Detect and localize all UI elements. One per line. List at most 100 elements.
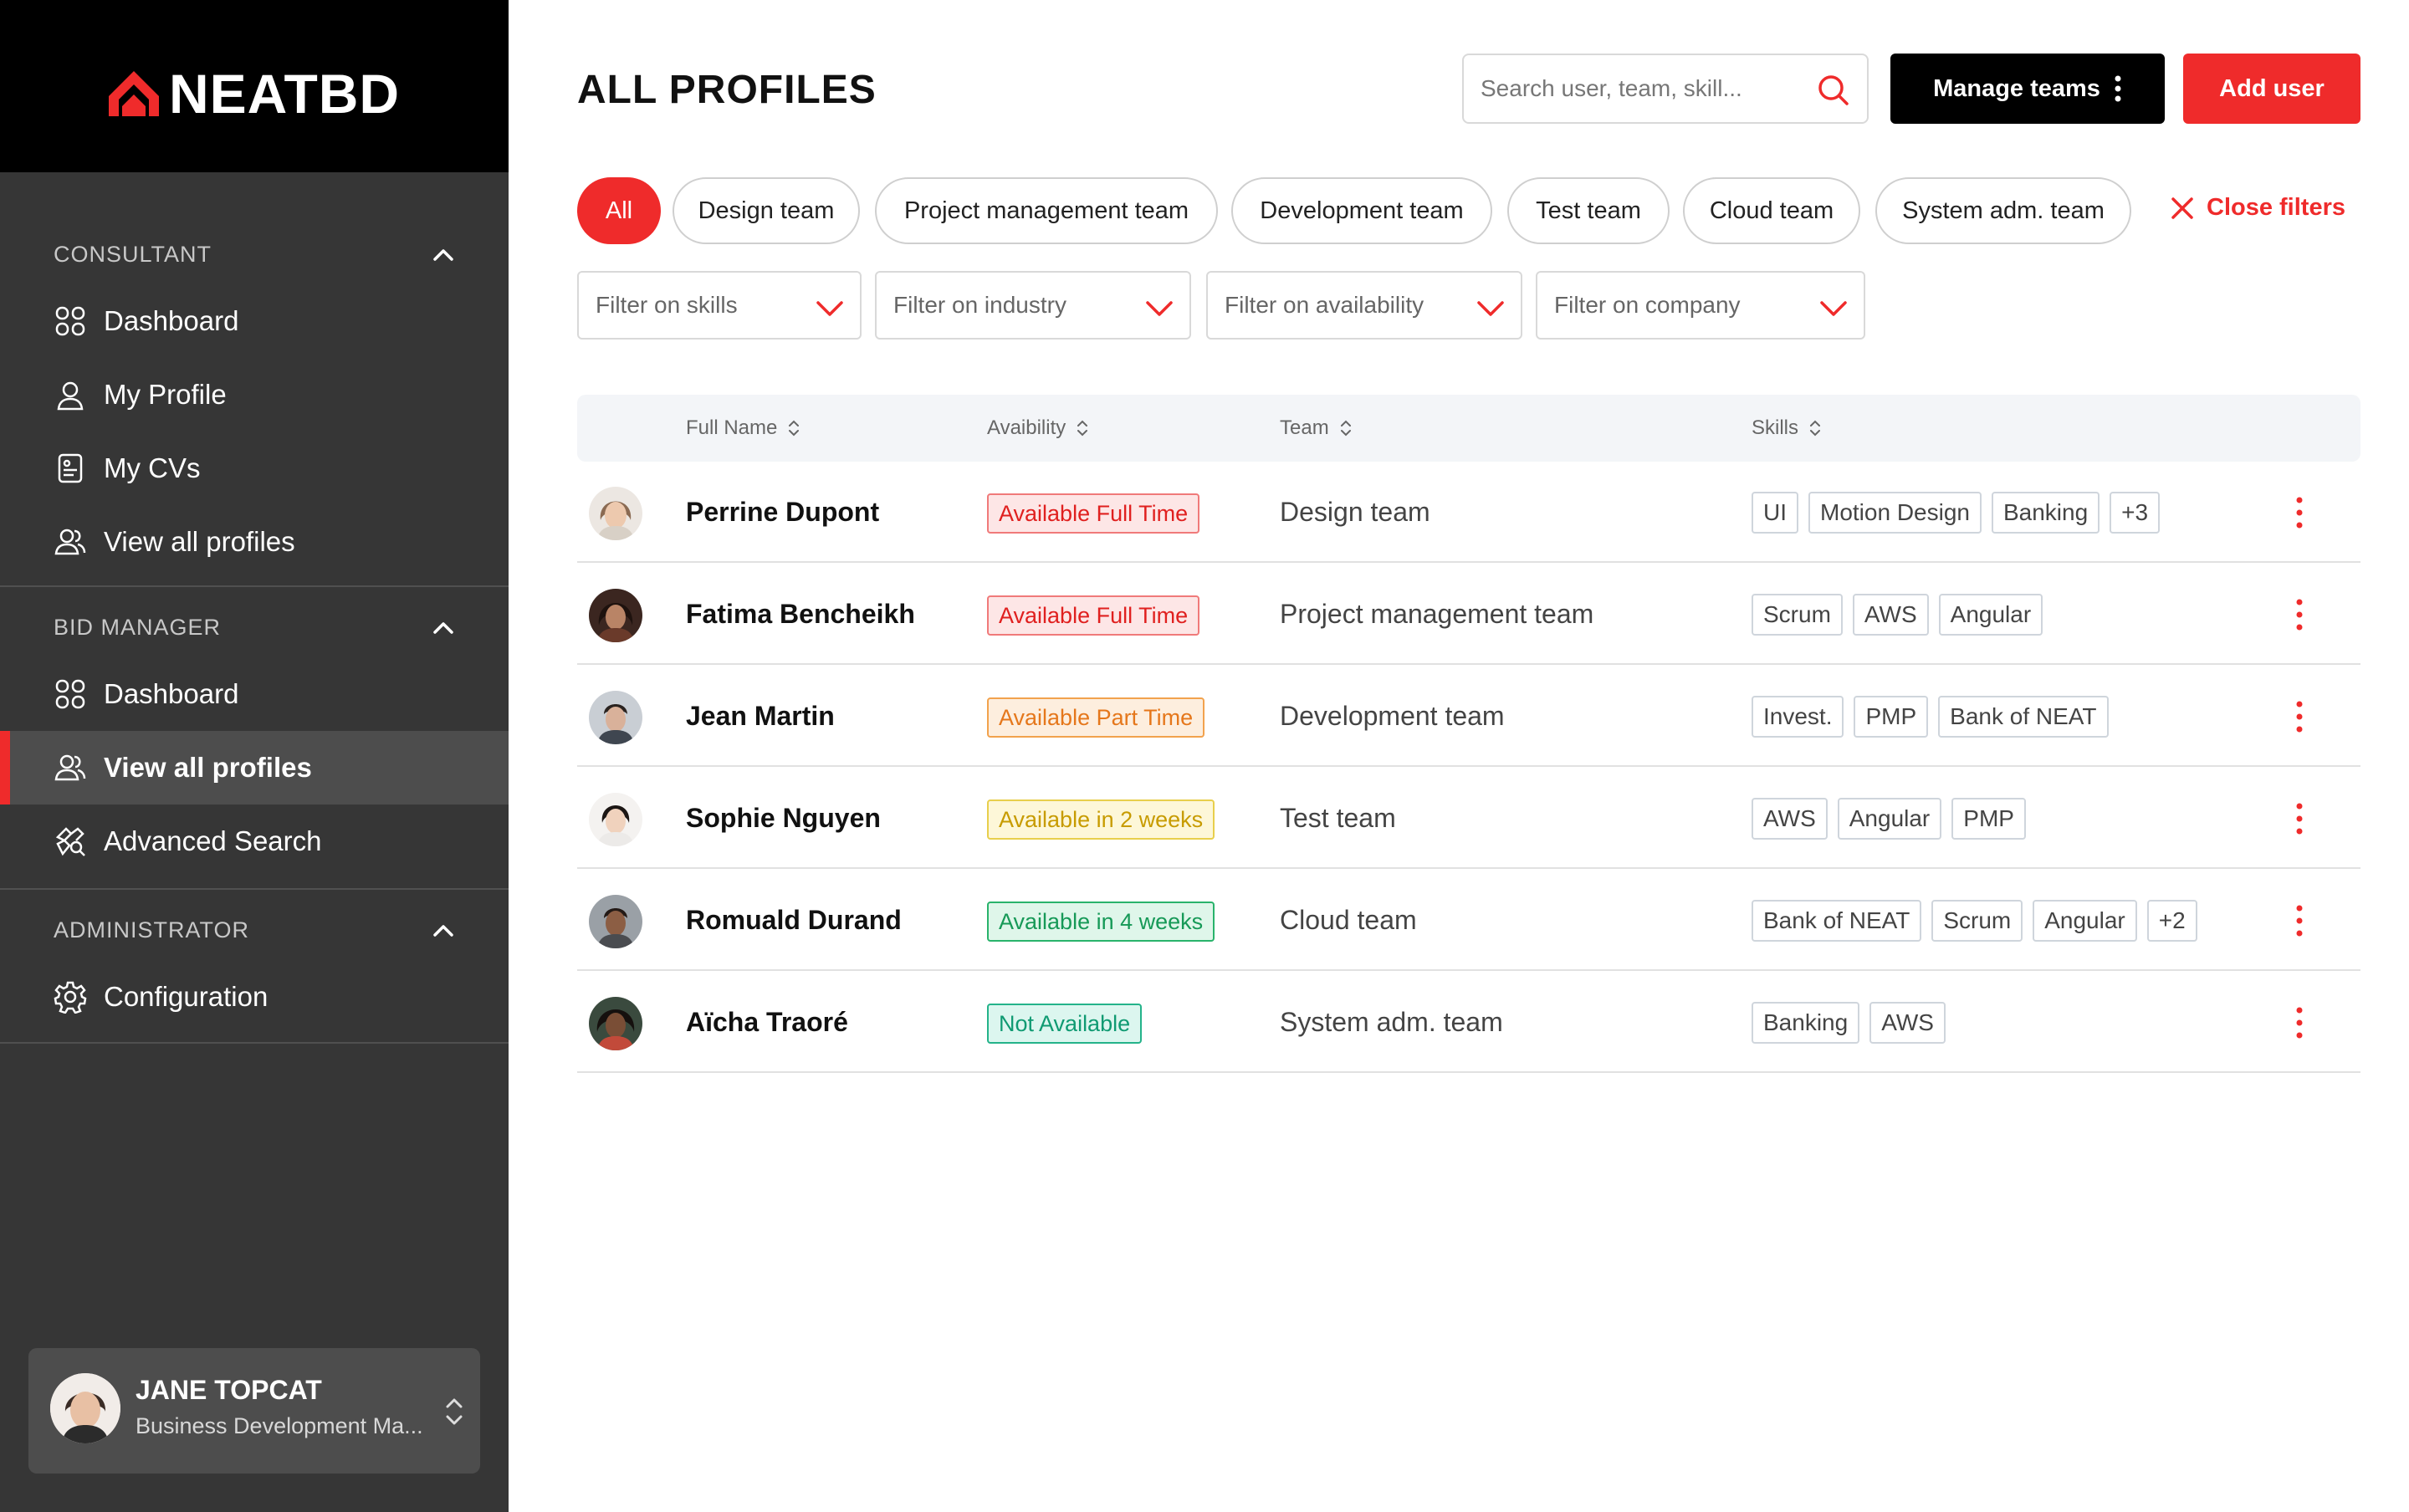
filter-label: Filter on company <box>1554 292 1741 318</box>
table-row[interactable]: Romuald Durand Available in 4 weeks Clou… <box>577 870 2360 971</box>
search-icon[interactable] <box>1815 72 1852 109</box>
user-icon <box>54 378 87 411</box>
skill-tag: Bank of NEAT <box>1752 900 1922 942</box>
avatar <box>589 487 642 540</box>
filter-availability-select[interactable]: Filter on availability <box>1206 271 1522 340</box>
row-menu-icon[interactable] <box>2287 902 2312 940</box>
logo-text: NEATBD <box>169 63 401 125</box>
profile-name[interactable]: Fatima Bencheikh <box>686 564 915 665</box>
profile-name[interactable]: Aïcha Traoré <box>686 972 848 1073</box>
chip-development-team[interactable]: Development team <box>1231 177 1492 244</box>
chip-project-management-team[interactable]: Project management team <box>875 177 1218 244</box>
filter-label: Filter on industry <box>893 292 1066 318</box>
team-name: System adm. team <box>1280 1007 1503 1037</box>
skill-tag: Banking <box>1991 492 2100 534</box>
profile-name[interactable]: Romuald Durand <box>686 870 902 971</box>
filter-industry-select[interactable]: Filter on industry <box>875 271 1191 340</box>
row-menu-icon[interactable] <box>2287 493 2312 532</box>
column-header-full-name[interactable]: Full Name <box>686 395 802 462</box>
row-menu-icon[interactable] <box>2287 1004 2312 1042</box>
search-input[interactable] <box>1481 75 1807 102</box>
profile-name[interactable]: Sophie Nguyen <box>686 768 881 869</box>
sidebar-item-dashboard[interactable]: Dashboard <box>0 284 509 358</box>
skill-more-tag[interactable]: +2 <box>2146 900 2197 942</box>
search-puzzle-icon <box>54 825 87 858</box>
filter-company-select[interactable]: Filter on company <box>1536 271 1865 340</box>
gear-icon <box>54 980 87 1014</box>
skill-tag: Bank of NEAT <box>1938 696 2109 738</box>
skill-tag: AWS <box>1852 594 1929 636</box>
search-box[interactable] <box>1462 54 1869 124</box>
section-title-administrator: ADMINISTRATOR <box>54 917 250 942</box>
users-icon <box>54 751 87 784</box>
skills-list: Invest. PMP Bank of NEAT <box>1752 696 2109 738</box>
skill-tag: Banking <box>1752 1002 1860 1044</box>
skill-tag: Scrum <box>1752 594 1843 636</box>
skill-tag: AWS <box>1752 798 1828 840</box>
sort-icon <box>1077 420 1088 437</box>
skill-tag: UI <box>1752 492 1798 534</box>
column-label: Full Name <box>686 416 778 439</box>
chip-design-team[interactable]: Design team <box>673 177 860 244</box>
sidebar-item-my-profile[interactable]: My Profile <box>0 358 509 432</box>
sidebar-item-label: Advanced Search <box>104 825 322 856</box>
table-row[interactable]: Aïcha Traoré Not Available System adm. t… <box>577 972 2360 1073</box>
sidebar-item-dashboard[interactable]: Dashboard <box>0 657 509 731</box>
chip-all[interactable]: All <box>577 177 661 244</box>
users-icon <box>54 525 87 559</box>
profile-name[interactable]: Jean Martin <box>686 666 835 767</box>
table-header: Full Name Avaibility Team Skills <box>577 395 2360 462</box>
chevron-up-icon[interactable] <box>428 612 458 642</box>
row-menu-icon[interactable] <box>2287 697 2312 736</box>
sidebar-item-label: Dashboard <box>104 305 239 336</box>
sidebar-item-advanced-search[interactable]: Advanced Search <box>0 805 509 878</box>
add-user-button[interactable]: Add user <box>2183 54 2360 124</box>
grid-icon <box>54 677 87 711</box>
row-menu-icon[interactable] <box>2287 595 2312 634</box>
sidebar-item-configuration[interactable]: Configuration <box>0 960 509 1034</box>
column-header-skills[interactable]: Skills <box>1752 395 1823 462</box>
sidebar-divider <box>0 585 509 587</box>
user-card[interactable]: JANE TOPCAT Business Development Ma... <box>28 1348 480 1474</box>
chevron-up-icon[interactable] <box>428 915 458 945</box>
avatar <box>50 1373 120 1443</box>
sidebar-item-label: My Profile <box>104 379 227 410</box>
team-name: Design team <box>1280 497 1430 527</box>
logo[interactable]: NEATBD <box>107 62 400 125</box>
skill-tag: Motion Design <box>1808 492 1982 534</box>
close-filters-button[interactable]: Close filters <box>2170 194 2345 222</box>
sidebar-item-view-all-profiles[interactable]: View all profiles <box>0 505 509 579</box>
sidebar-item-label: My CVs <box>104 452 201 483</box>
row-menu-icon[interactable] <box>2287 799 2312 838</box>
table-row[interactable]: Fatima Bencheikh Available Full Time Pro… <box>577 564 2360 665</box>
skill-tag: Angular <box>2033 900 2137 942</box>
table-row[interactable]: Perrine Dupont Available Full Time Desig… <box>577 462 2360 563</box>
skill-tag: Angular <box>1837 798 1942 840</box>
skills-list: Scrum AWS Angular <box>1752 594 2043 636</box>
status-badge: Available in 2 weeks <box>987 799 1215 840</box>
chip-system-adm-team[interactable]: System adm. team <box>1875 177 2131 244</box>
table-row[interactable]: Sophie Nguyen Available in 2 weeks Test … <box>577 768 2360 869</box>
sidebar-item-view-all-profiles-active[interactable]: View all profiles <box>0 731 509 805</box>
profile-name[interactable]: Perrine Dupont <box>686 462 879 563</box>
column-header-team[interactable]: Team <box>1280 395 1354 462</box>
column-label: Avaibility <box>987 416 1066 439</box>
sidebar-item-my-cvs[interactable]: My CVs <box>0 432 509 505</box>
document-icon <box>54 452 87 485</box>
chevron-up-down-icon[interactable] <box>442 1393 467 1430</box>
sidebar-header: NEATBD <box>0 0 509 172</box>
manage-teams-button[interactable]: Manage teams <box>1890 54 2165 124</box>
chevron-up-icon[interactable] <box>428 239 458 269</box>
page-title: ALL PROFILES <box>577 68 877 112</box>
chip-test-team[interactable]: Test team <box>1507 177 1670 244</box>
skill-tag: Invest. <box>1752 696 1844 738</box>
table-row[interactable]: Jean Martin Available Part Time Developm… <box>577 666 2360 767</box>
skills-list: UI Motion Design Banking +3 <box>1752 492 2161 534</box>
user-name: JANE TOPCAT <box>136 1375 322 1405</box>
skill-more-tag[interactable]: +3 <box>2110 492 2161 534</box>
filter-skills-select[interactable]: Filter on skills <box>577 271 862 340</box>
avatar <box>589 997 642 1050</box>
column-header-availability[interactable]: Avaibility <box>987 395 1091 462</box>
chip-cloud-team[interactable]: Cloud team <box>1683 177 1860 244</box>
team-name: Cloud team <box>1280 905 1417 935</box>
